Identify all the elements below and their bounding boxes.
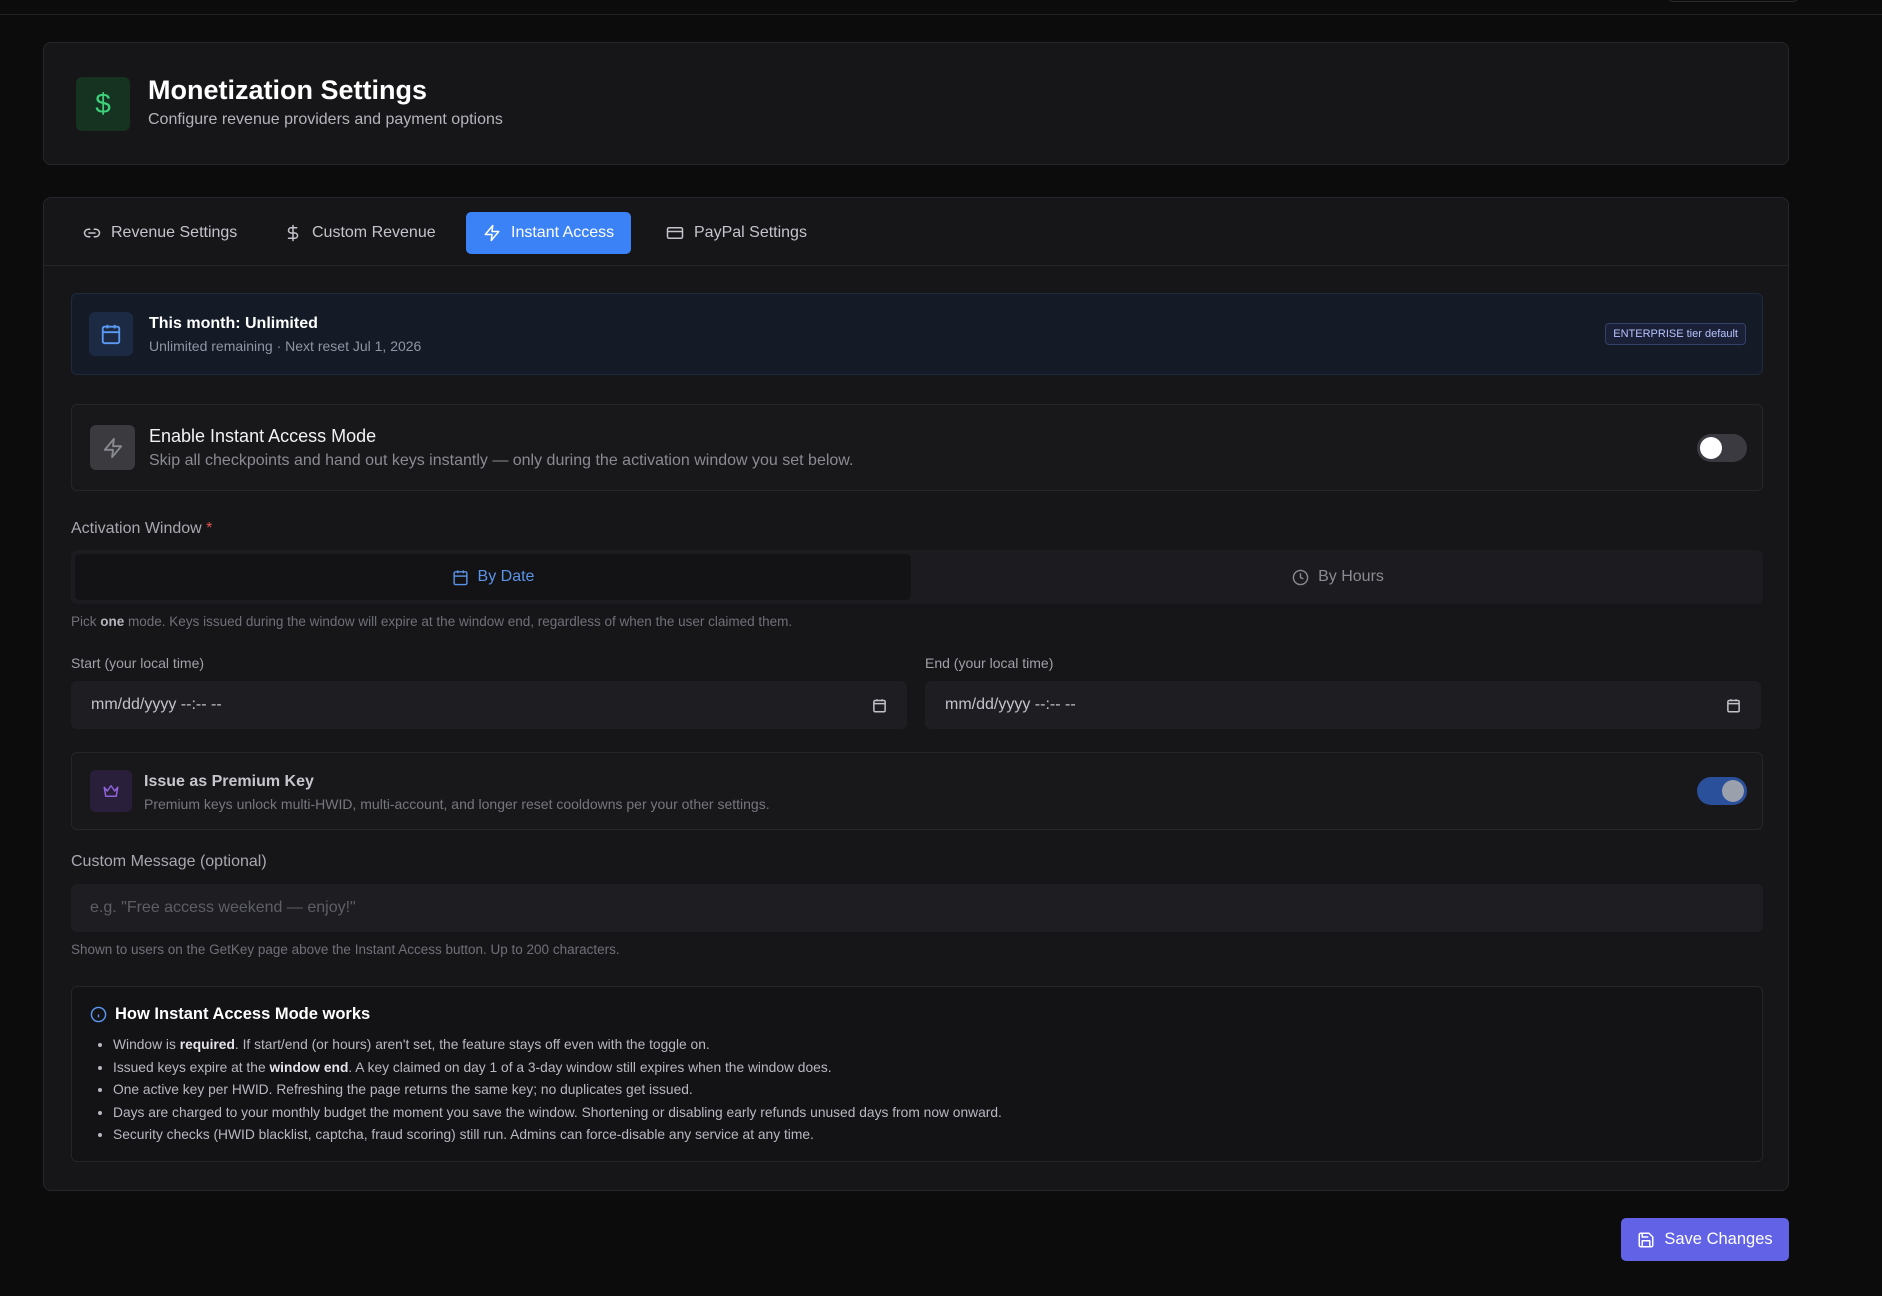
usage-subtitle: Unlimited remaining · Next reset Jul 1, … <box>149 338 422 354</box>
dollar-icon: $ <box>76 77 130 131</box>
premium-key-panel: Issue as Premium Key Premium keys unlock… <box>71 752 1763 830</box>
lightning-icon <box>484 224 500 242</box>
link-icon <box>83 228 101 238</box>
dollar-icon <box>287 224 299 242</box>
item-text: . If start/end (or hours) aren't set, th… <box>234 1037 710 1052</box>
clock-icon <box>1292 569 1309 585</box>
by-hours-option[interactable]: By Hours <box>917 554 1759 600</box>
credit-card-icon <box>666 227 684 239</box>
tab-custom-revenue[interactable]: Custom Revenue <box>267 212 453 254</box>
how-it-works-title-text: How Instant Access Mode works <box>115 1005 371 1023</box>
tab-label: Instant Access <box>511 224 615 241</box>
calendar-picker-icon[interactable] <box>872 698 887 713</box>
item-text: Window is <box>113 1037 180 1052</box>
how-it-works-list: Window is required. If start/end (or hou… <box>113 1034 1002 1147</box>
instant-mode-description: Skip all checkpoints and hand out keys i… <box>149 452 854 469</box>
settings-card: Revenue Settings Custom Revenue Instant … <box>43 197 1789 1191</box>
save-changes-button[interactable]: Save Changes <box>1621 1218 1789 1261</box>
start-value: mm/dd/yyyy --:-- -- <box>91 696 222 713</box>
activation-window-hint: Pick one mode. Keys issued during the wi… <box>71 614 792 629</box>
item-emphasis: required <box>179 1037 235 1052</box>
item-text: Days are charged to your monthly budget … <box>113 1104 1002 1120</box>
toggle-knob <box>1722 780 1744 802</box>
premium-key-title: Issue as Premium Key <box>144 773 314 790</box>
info-icon <box>90 1006 107 1023</box>
item-text: Security checks (HWID blacklist, captcha… <box>113 1127 814 1143</box>
tab-instant-access[interactable]: Instant Access <box>466 212 632 254</box>
item-text: . A key claimed on day 1 of a 3-day wind… <box>348 1059 832 1075</box>
instant-mode-toggle[interactable] <box>1697 434 1747 462</box>
custom-message-label: Custom Message (optional) <box>71 853 267 870</box>
end-value: mm/dd/yyyy --:-- -- <box>945 696 1076 713</box>
tab-label: PayPal Settings <box>694 224 807 241</box>
page-title: Monetization Settings <box>148 75 427 105</box>
by-hours-label: By Hours <box>1318 568 1384 585</box>
activation-window-label-text: Activation Window <box>71 520 202 537</box>
end-label: End (your local time) <box>925 655 1054 671</box>
start-label: Start (your local time) <box>71 655 205 671</box>
instant-mode-panel: Enable Instant Access Mode Skip all chec… <box>71 404 1763 491</box>
instant-mode-title: Enable Instant Access Mode <box>149 426 377 446</box>
tab-label: Custom Revenue <box>312 224 436 241</box>
top-bar-control[interactable] <box>1668 0 1798 2</box>
calendar-picker-icon[interactable] <box>1726 698 1741 713</box>
item-text: Issued keys expire at the <box>113 1059 270 1075</box>
top-bar <box>0 0 1882 15</box>
tab-paypal-settings[interactable]: PayPal Settings <box>649 212 824 254</box>
tab-revenue-settings[interactable]: Revenue Settings <box>66 212 254 254</box>
required-marker: * <box>206 520 213 537</box>
calendar-icon <box>452 569 468 585</box>
list-item: Security checks (HWID blacklist, captcha… <box>113 1124 1002 1147</box>
custom-message-input[interactable]: e.g. "Free access weekend — enjoy!" <box>71 884 1763 932</box>
custom-message-placeholder: e.g. "Free access weekend — enjoy!" <box>90 899 356 916</box>
start-datetime-input[interactable]: mm/dd/yyyy --:-- -- <box>71 681 907 729</box>
activation-mode-selector: By Date By Hours <box>71 550 1763 604</box>
premium-key-description: Premium keys unlock multi-HWID, multi-ac… <box>144 796 770 812</box>
custom-message-hint: Shown to users on the GetKey page above … <box>71 942 620 957</box>
list-item: Days are charged to your monthly budget … <box>113 1102 1002 1125</box>
list-item: Issued keys expire at the window end. A … <box>113 1057 1002 1080</box>
hint-text: Pick <box>71 614 101 629</box>
save-changes-label: Save Changes <box>1664 1230 1773 1248</box>
tier-badge: ENTERPRISE tier default <box>1605 323 1746 345</box>
toggle-knob <box>1700 437 1722 459</box>
list-item: One active key per HWID. Refreshing the … <box>113 1079 1002 1102</box>
by-date-option[interactable]: By Date <box>75 554 911 600</box>
list-item: Window is required. If start/end (or hou… <box>113 1034 1002 1057</box>
tab-label: Revenue Settings <box>111 224 238 241</box>
premium-key-toggle[interactable] <box>1697 777 1747 805</box>
save-icon <box>1638 1232 1654 1247</box>
usage-summary: This month: Unlimited Unlimited remainin… <box>71 293 1763 375</box>
activation-window-label: Activation Window * <box>71 520 212 538</box>
item-text: One active key per HWID. Refreshing the … <box>113 1082 693 1098</box>
calendar-icon <box>89 312 133 356</box>
lightning-icon <box>90 425 135 470</box>
header-card: $ Monetization Settings Configure revenu… <box>43 42 1789 165</box>
hint-emphasis: one <box>100 614 125 629</box>
by-date-label: By Date <box>477 568 535 585</box>
how-it-works-panel: How Instant Access Mode works Window is … <box>71 986 1763 1162</box>
crown-icon <box>90 770 132 812</box>
item-emphasis: window end <box>269 1059 349 1075</box>
how-it-works-title: How Instant Access Mode works <box>90 1005 370 1024</box>
page-subtitle: Configure revenue providers and payment … <box>148 111 503 128</box>
hint-text: mode. Keys issued during the window will… <box>124 614 793 629</box>
end-datetime-input[interactable]: mm/dd/yyyy --:-- -- <box>925 681 1761 729</box>
tab-bar: Revenue Settings Custom Revenue Instant … <box>44 198 1788 266</box>
usage-title: This month: Unlimited <box>149 315 318 332</box>
